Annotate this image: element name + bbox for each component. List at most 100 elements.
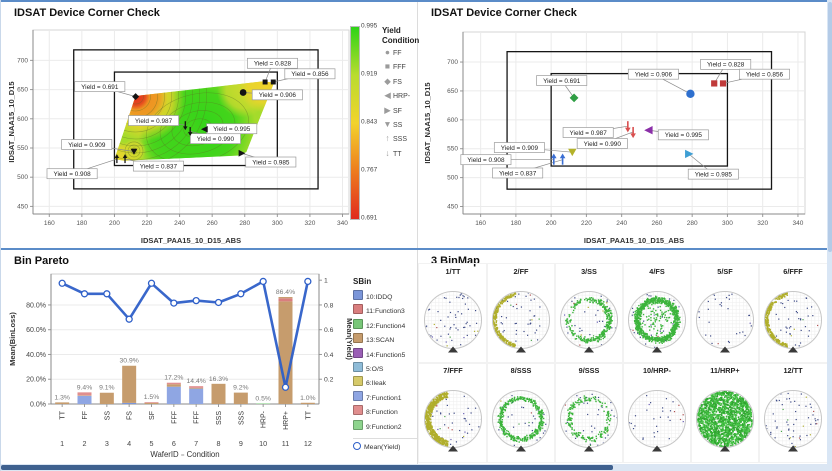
- legend-item-FF[interactable]: ●FF: [382, 46, 416, 60]
- wafer-map-9-SSS[interactable]: 9/SSS: [555, 363, 623, 462]
- svg-text:260: 260: [207, 220, 218, 227]
- sbin-item-14:Function5[interactable]: 14:Function5: [353, 348, 417, 362]
- svg-text:Yield = 0.995: Yield = 0.995: [665, 132, 703, 139]
- svg-text:Yield = 0.908: Yield = 0.908: [467, 157, 505, 164]
- svg-text:700: 700: [447, 59, 458, 66]
- horizontal-scrollbar-thumb[interactable]: [1, 465, 613, 470]
- svg-text:1.5%: 1.5%: [144, 394, 160, 401]
- svg-text:IDSAT_NAA15_10_D15: IDSAT_NAA15_10_D15: [7, 81, 16, 162]
- yield-condition-legend[interactable]: YieldCondition●FF■FFF◆FS◀HRP-▶SF▼SS↑SSS↓…: [382, 26, 416, 161]
- sbin-item-10:IDDQ[interactable]: 10:IDDQ: [353, 290, 417, 304]
- sbin-swatch-icon: [353, 333, 363, 343]
- svg-text:0.0%: 0.0%: [30, 402, 46, 409]
- svg-text:Yield = 0.990: Yield = 0.990: [584, 141, 622, 148]
- wafer-map-5-SF[interactable]: 5/SF: [691, 264, 759, 363]
- svg-text:160: 160: [475, 220, 486, 227]
- svg-text:Yield = 0.906: Yield = 0.906: [635, 71, 673, 78]
- svg-text:Yield = 0.995: Yield = 0.995: [213, 126, 251, 133]
- vertical-scrollbar[interactable]: [827, 0, 832, 464]
- corner-scatter-plot[interactable]: 1601802002202402602803003203404505005506…: [421, 20, 825, 246]
- sbin-swatch-icon: [353, 290, 363, 300]
- svg-text:Yield = 0.985: Yield = 0.985: [252, 159, 290, 166]
- svg-text:FS: FS: [127, 411, 134, 420]
- wafer-map-10-HRP-[interactable]: 10/HRP-: [623, 363, 691, 462]
- legend-item-HRP-[interactable]: ◀HRP-: [382, 89, 416, 103]
- legend-item-FS[interactable]: ◆FS: [382, 75, 416, 89]
- wafer-map-4-FS[interactable]: 4/FS: [623, 264, 691, 363]
- svg-text:16.3%: 16.3%: [209, 376, 228, 383]
- svg-text:320: 320: [757, 220, 768, 227]
- sbin-item-5:O/S[interactable]: 5:O/S: [353, 362, 417, 376]
- wafer-map-3-SS[interactable]: 3/SS: [555, 264, 623, 363]
- svg-text:9.1%: 9.1%: [99, 385, 115, 392]
- wafer-map-11-HRP+[interactable]: 11/HRP+: [691, 363, 759, 462]
- sbin-item-8:Function[interactable]: 8:Function: [353, 405, 417, 419]
- svg-text:500: 500: [17, 174, 28, 181]
- svg-text:4: 4: [127, 439, 131, 448]
- svg-text:14.4%: 14.4%: [187, 378, 206, 385]
- horizontal-scrollbar[interactable]: [1, 464, 832, 471]
- sbin-swatch-icon: [353, 391, 363, 401]
- colorbar-tick: 0.919: [361, 71, 377, 78]
- sbin-item-7:Function1[interactable]: 7:Function1: [353, 391, 417, 405]
- svg-text:20.0%: 20.0%: [26, 377, 46, 384]
- svg-text:Yield = 0.828: Yield = 0.828: [707, 62, 745, 69]
- svg-text:9: 9: [239, 439, 243, 448]
- legend-title: Condition: [382, 36, 416, 46]
- colorbar-tick: 0.995: [361, 23, 377, 30]
- svg-text:6/FFF: 6/FFF: [783, 267, 803, 276]
- svg-text:SSS: SSS: [216, 411, 223, 425]
- sbin-swatch-icon: [353, 420, 363, 430]
- svg-text:HRP-: HRP-: [261, 410, 268, 428]
- wafer-map-8-SSS[interactable]: 8/SSS: [487, 363, 555, 462]
- svg-text:Yield = 0.856: Yield = 0.856: [291, 71, 329, 78]
- svg-text:8/SSS: 8/SSS: [511, 366, 532, 375]
- svg-text:HRP+: HRP+: [283, 411, 290, 430]
- svg-text:8: 8: [217, 439, 221, 448]
- svg-text:5/SF: 5/SF: [717, 267, 733, 276]
- legend-item-FFF[interactable]: ■FFF: [382, 60, 416, 74]
- svg-text:SSS: SSS: [238, 411, 245, 425]
- sbin-item-12:Function4[interactable]: 12:Function4: [353, 319, 417, 333]
- svg-text:180: 180: [76, 220, 87, 227]
- wafer-map-12-TT[interactable]: 12/TT: [759, 363, 827, 462]
- sbin-item-6:Ileak[interactable]: 6:Ileak: [353, 376, 417, 390]
- svg-text:IDSAT_PAA15_10_D15_ABS: IDSAT_PAA15_10_D15_ABS: [584, 236, 684, 245]
- svg-text:2: 2: [83, 439, 87, 448]
- sbin-item-9:Function2[interactable]: 9:Function2: [353, 420, 417, 434]
- wafer-map-6-FFF[interactable]: 6/FFF: [759, 264, 827, 363]
- svg-text:17.2%: 17.2%: [164, 375, 183, 382]
- sbin-item-11:Function3[interactable]: 11:Function3: [353, 304, 417, 318]
- mean-yield-legend-item[interactable]: Mean(Yield): [353, 442, 417, 454]
- svg-text:Yield = 0.985: Yield = 0.985: [695, 171, 733, 178]
- svg-text:Yield = 0.691: Yield = 0.691: [543, 78, 581, 85]
- binmap-grid[interactable]: 1/TT2/FF 3/SS 4/FS 5/SF 6/FFF 7/FFF 8/SSS 9/SSS…: [419, 264, 827, 462]
- corner-contour-plot[interactable]: 1601802002202402602803003203404505005506…: [5, 20, 353, 246]
- svg-text:340: 340: [337, 220, 348, 227]
- legend-item-SS[interactable]: ▼SS: [382, 118, 416, 132]
- svg-text:Yield = 0.908: Yield = 0.908: [53, 171, 91, 178]
- svg-text:0.2: 0.2: [324, 377, 334, 384]
- legend-item-SF[interactable]: ▶SF: [382, 104, 416, 118]
- wafer-map-7-FFF[interactable]: 7/FFF: [419, 363, 487, 462]
- legend-item-TT[interactable]: ↓TT: [382, 147, 416, 161]
- legend-item-SSS[interactable]: ↑SSS: [382, 132, 416, 146]
- bin-pareto-chart[interactable]: 0.0%20.0%40.0%60.0%80.0%0.20.40.60.811.3…: [5, 266, 351, 462]
- sbin-swatch-icon: [353, 362, 363, 372]
- wafer-map-2-FF[interactable]: 2/FF: [487, 264, 555, 363]
- svg-text:Yield = 0.987: Yield = 0.987: [570, 130, 608, 137]
- sbin-legend[interactable]: SBin10:IDDQ11:Function312:Function413:SC…: [353, 276, 417, 454]
- svg-text:TT: TT: [305, 410, 312, 419]
- svg-text:3/SS: 3/SS: [581, 267, 597, 276]
- HRP--marker-icon: ◀: [382, 89, 393, 102]
- svg-text:700: 700: [17, 57, 28, 64]
- legend-title: Yield: [382, 26, 416, 36]
- svg-text:200: 200: [546, 220, 557, 227]
- sbin-swatch-icon: [353, 405, 363, 415]
- sbin-item-13:SCAN[interactable]: 13:SCAN: [353, 333, 417, 347]
- FF-marker-icon: ●: [382, 46, 393, 59]
- vertical-scrollbar-thumb[interactable]: [828, 2, 832, 252]
- wafer-map-1-TT[interactable]: 1/TT: [419, 264, 487, 363]
- svg-text:0.4: 0.4: [324, 352, 334, 359]
- sbin-swatch-icon: [353, 304, 363, 314]
